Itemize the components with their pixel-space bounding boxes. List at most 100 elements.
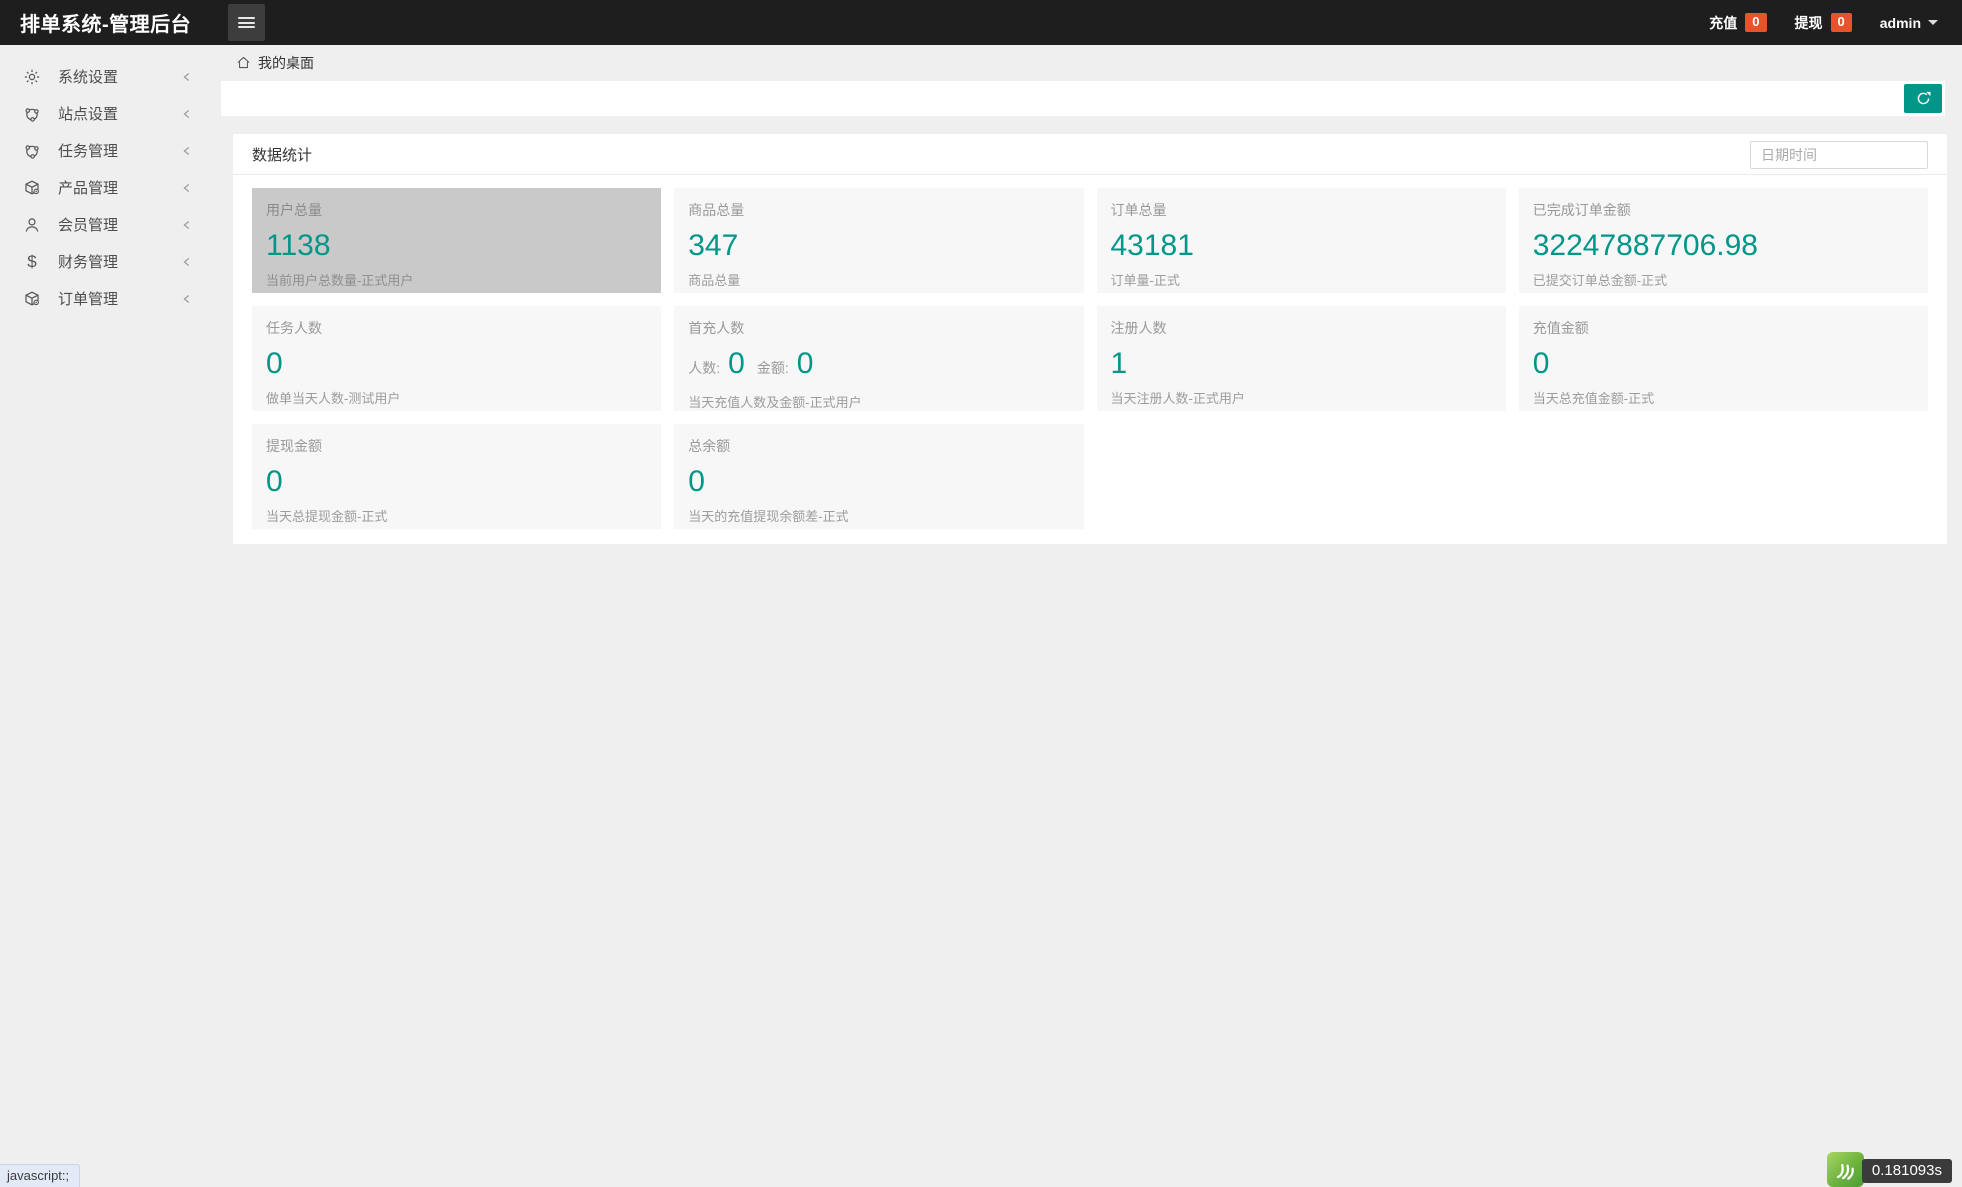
sidebar-item-label: 站点设置 (58, 106, 119, 123)
recharge-nav[interactable]: 充值 0 (1709, 13, 1767, 33)
stat-card-desc: 商品总量 (688, 273, 741, 288)
stats-panel: 数据统计 用户总量 1138 当前用户总数量-正式用户 商品总量 347 商品总… (233, 134, 1947, 544)
sidebar-item-task-management[interactable]: 任务管理 (0, 132, 215, 169)
withdraw-nav[interactable]: 提现 0 (1795, 13, 1852, 33)
sidebar: 系统设置 站点设置 任务管理 产品管理 会员管理 $ 财务管理 订单管理 (0, 45, 215, 1187)
cube-gear-icon (23, 179, 41, 197)
stat-card-pairs: 人数: 0 金额: 0 (688, 347, 1069, 385)
cloud-node-icon (23, 105, 41, 123)
link-preview-statusbar: javascript:; (0, 1164, 81, 1187)
stat-card-value: 43181 (1110, 229, 1194, 262)
recharge-label: 充值 (1709, 14, 1738, 31)
page-load-widget: 0.181093s (1826, 1152, 1952, 1187)
user-icon (23, 216, 41, 234)
sidebar-item-label: 任务管理 (58, 143, 119, 160)
sidebar-item-order-management[interactable]: 订单管理 (0, 280, 215, 317)
refresh-button[interactable] (1904, 84, 1942, 113)
stat-card-task-users: 任务人数 0 做单当天人数-测试用户 (252, 306, 662, 411)
stat-card-value: 1138 (266, 229, 331, 262)
sidebar-item-system-settings[interactable]: 系统设置 (0, 58, 215, 95)
stat-card-first-charge: 首充人数 人数: 0 金额: 0 当天充值人数及金额-正式用户 (674, 306, 1084, 411)
stat-card-desc: 当天总提现金额-正式 (266, 509, 388, 524)
stat-card-product-total: 商品总量 347 商品总量 (674, 188, 1084, 293)
cube-gear-icon (23, 290, 41, 308)
username: admin (1879, 14, 1921, 31)
sidebar-item-finance-management[interactable]: $ 财务管理 (0, 243, 215, 280)
stat-card-title: 总余额 (688, 438, 731, 454)
breadcrumb-label: 我的桌面 (258, 54, 314, 71)
stat-card-desc: 当天的充值提现余额差-正式 (688, 509, 849, 524)
header-right: 充值 0 提现 0 admin (1709, 13, 1962, 33)
gear-icon (23, 68, 41, 86)
stat-card-value: 0 (688, 465, 705, 498)
stat-card-title: 订单总量 (1110, 202, 1167, 218)
chevron-left-icon (180, 70, 194, 84)
stats-cards-grid: 用户总量 1138 当前用户总数量-正式用户 商品总量 347 商品总量 订单总… (233, 175, 1947, 544)
sidebar-item-site-settings[interactable]: 站点设置 (0, 95, 215, 132)
stat-card-title: 商品总量 (688, 202, 745, 218)
refresh-icon (1917, 91, 1930, 105)
date-input[interactable] (1750, 141, 1928, 169)
chevron-left-icon (180, 218, 194, 232)
hamburger-icon (238, 15, 255, 31)
home-icon (236, 55, 251, 70)
stat-card-desc: 当天注册人数-正式用户 (1110, 391, 1245, 406)
stat-card-order-total: 订单总量 43181 订单量-正式 (1096, 188, 1506, 293)
stats-panel-header: 数据统计 (233, 134, 1947, 175)
stat-card-title: 首充人数 (688, 320, 745, 336)
stat-card-value: 32247887706.98 (1532, 229, 1758, 262)
panel-title: 数据统计 (252, 146, 313, 164)
stat-card-title: 注册人数 (1110, 320, 1167, 336)
chevron-left-icon (180, 292, 194, 306)
sidebar-item-product-management[interactable]: 产品管理 (0, 169, 215, 206)
pair-value: 0 (796, 347, 814, 380)
dollar-icon: $ (27, 251, 37, 271)
user-menu[interactable]: admin (1880, 15, 1938, 31)
stat-card-desc: 已提交订单总金额-正式 (1532, 273, 1668, 288)
main-area: 我的桌面 数据统计 用户总量 1138 当前用户总数量-正式用户 商品总量 34… (215, 45, 1962, 1187)
chevron-left-icon (180, 255, 194, 269)
stat-card-value: 347 (688, 229, 739, 262)
menu-toggle-button[interactable] (228, 4, 265, 41)
stat-card-title: 提现金额 (266, 438, 322, 454)
caret-down-icon (1928, 20, 1938, 30)
pair-label: 金额: (756, 360, 789, 376)
stat-card-completed-order-amount: 已完成订单金额 32247887706.98 已提交订单总金额-正式 (1518, 188, 1928, 293)
stat-card-value: 1 (1110, 347, 1128, 380)
stat-card-registered-users: 注册人数 1 当天注册人数-正式用户 (1096, 306, 1506, 411)
pair-label: 人数: (688, 360, 721, 376)
thinkphp-logo-icon (1826, 1152, 1864, 1187)
stat-card-title: 任务人数 (266, 320, 322, 336)
pair-value: 0 (728, 347, 745, 380)
stat-card-user-total: 用户总量 1138 当前用户总数量-正式用户 (252, 188, 662, 293)
withdraw-count-badge: 0 (1830, 13, 1852, 32)
stat-card-desc: 做单当天人数-测试用户 (266, 391, 401, 406)
chevron-left-icon (180, 144, 194, 158)
stat-card-title: 用户总量 (266, 202, 322, 218)
recharge-count-badge: 0 (1745, 13, 1767, 32)
stat-card-title: 已完成订单金额 (1532, 202, 1631, 218)
chevron-left-icon (180, 181, 194, 195)
chevron-left-icon (180, 107, 194, 121)
withdraw-label: 提现 (1794, 14, 1823, 31)
stat-card-desc: 当天充值人数及金额-正式用户 (688, 395, 862, 410)
sidebar-item-label: 系统设置 (58, 69, 119, 86)
sidebar-item-label: 产品管理 (58, 180, 119, 197)
app-title: 排单系统-管理后台 (20, 14, 192, 36)
stat-card-withdraw-amount: 提现金额 0 当天总提现金额-正式 (252, 424, 662, 529)
top-header: 排单系统-管理后台 充值 0 提现 0 admin (0, 0, 1962, 45)
stat-card-desc: 订单量-正式 (1110, 273, 1180, 288)
sidebar-item-member-management[interactable]: 会员管理 (0, 206, 215, 243)
stat-card-value: 0 (266, 347, 283, 380)
stat-card-value: 0 (1532, 347, 1550, 380)
breadcrumb: 我的桌面 (215, 45, 1962, 80)
tab-toolbar (221, 81, 1945, 116)
sidebar-item-label: 会员管理 (58, 217, 119, 234)
stat-card-recharge-amount: 充值金额 0 当天总充值金额-正式 (1518, 306, 1928, 411)
sidebar-item-label: 订单管理 (58, 291, 119, 308)
stat-card-title: 充值金额 (1532, 320, 1589, 336)
stat-card-desc: 当前用户总数量-正式用户 (266, 273, 414, 288)
stat-card-value: 0 (266, 465, 283, 498)
cloud-node-icon (23, 142, 41, 160)
sidebar-item-label: 财务管理 (58, 254, 119, 271)
